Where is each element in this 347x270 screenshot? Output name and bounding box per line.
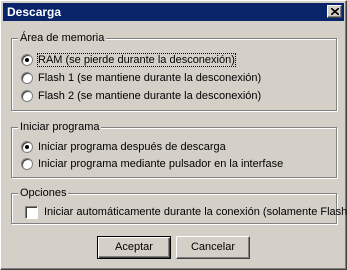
radio-ram-label[interactable]: RAM (se pierde durante la desconexión)	[37, 53, 236, 67]
download-dialog: Descarga Área de memoria RAM (se pierde …	[0, 0, 347, 270]
radio-start-by-button[interactable]: Iniciar programa mediante pulsador en la…	[21, 156, 283, 172]
memory-area-group: Área de memoria RAM (se pierde durante l…	[11, 31, 337, 111]
radio-start-after-download-label[interactable]: Iniciar programa después de descarga	[38, 141, 226, 153]
radio-start-by-button-label[interactable]: Iniciar programa mediante pulsador en la…	[38, 158, 283, 170]
start-program-group: Iniciar programa Iniciar programa despué…	[11, 120, 337, 178]
radio-flash1[interactable]: Flash 1 (se mantiene durante la desconex…	[21, 70, 261, 86]
cancel-button[interactable]: Cancelar	[176, 236, 250, 259]
accept-button[interactable]: Aceptar	[97, 236, 171, 259]
radio-flash2-label[interactable]: Flash 2 (se mantiene durante la desconex…	[38, 90, 261, 102]
radio-start-after-download-button[interactable]	[21, 141, 33, 153]
radio-flash1-label[interactable]: Flash 1 (se mantiene durante la desconex…	[38, 72, 261, 84]
memory-area-legend: Área de memoria	[18, 31, 107, 45]
close-x-icon	[331, 8, 339, 15]
options-legend: Opciones	[18, 186, 69, 200]
radio-ram-button[interactable]	[21, 54, 33, 66]
close-button[interactable]	[327, 5, 342, 18]
options-group: Opciones Iniciar automáticamente durante…	[11, 186, 347, 224]
radio-flash1-button[interactable]	[21, 72, 33, 84]
start-program-legend: Iniciar programa	[18, 120, 102, 134]
radio-start-after-download[interactable]: Iniciar programa después de descarga	[21, 139, 226, 155]
window-title: Descarga	[7, 5, 62, 19]
title-bar[interactable]: Descarga	[3, 3, 344, 21]
auto-start-checkbox[interactable]	[25, 205, 38, 219]
auto-start-checkbox-row[interactable]: Iniciar automáticamente durante la conex…	[25, 204, 347, 220]
auto-start-checkbox-label[interactable]: Iniciar automáticamente durante la conex…	[44, 206, 347, 218]
radio-ram[interactable]: RAM (se pierde durante la desconexión)	[21, 52, 236, 68]
radio-flash2[interactable]: Flash 2 (se mantiene durante la desconex…	[21, 88, 261, 104]
radio-flash2-button[interactable]	[21, 90, 33, 102]
radio-start-by-button-button[interactable]	[21, 158, 33, 170]
